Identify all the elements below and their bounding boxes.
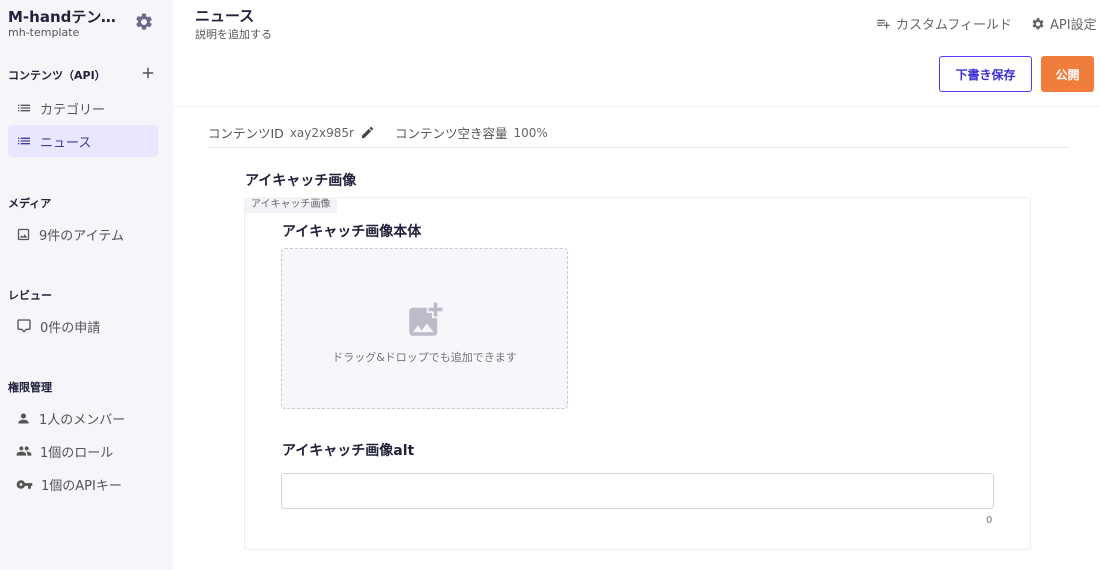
sidebar-item-api-keys[interactable]: 1個のAPIキー xyxy=(8,468,158,500)
group-icon xyxy=(16,446,32,456)
sidebar-item-label: カテゴリー xyxy=(40,102,106,118)
sidebar-item-label: 9件のアイテム xyxy=(39,228,124,244)
publish-button[interactable]: 公開 xyxy=(1041,56,1094,92)
image-dropzone[interactable]: ドラッグ&ドロップでも追加できます xyxy=(281,248,568,409)
char-counter: 0 xyxy=(986,515,993,526)
media-section-title: メディア xyxy=(8,197,52,210)
workspace-slug: mh-template xyxy=(8,26,80,39)
page-description[interactable]: 説明を追加する xyxy=(195,26,272,42)
alt-text-input[interactable] xyxy=(281,473,994,509)
sidebar-item-label: 1個のロール xyxy=(40,445,114,461)
dropzone-text: ドラッグ&ドロップでも追加できます xyxy=(332,350,517,364)
list-icon xyxy=(18,104,30,112)
gear-icon xyxy=(1032,17,1044,29)
content-id-value: xay2x985r xyxy=(289,125,354,140)
sidebar-item-media[interactable]: 9件のアイテム xyxy=(8,218,158,250)
pencil-icon[interactable] xyxy=(360,125,375,140)
sidebar-item-label: ニュース xyxy=(40,135,92,151)
sidebar-item-members[interactable]: 1人のメンバー xyxy=(8,402,158,434)
content-id-meta: コンテンツID xay2x985r xyxy=(208,123,375,142)
capacity-value: 100% xyxy=(513,125,548,140)
eyecatch-group-tag: アイキャッチ画像 xyxy=(245,197,337,213)
plus-icon[interactable] xyxy=(139,64,157,82)
review-section-title: レビュー xyxy=(8,289,52,302)
capacity-label: コンテンツ空き容量 xyxy=(395,126,508,141)
list-icon xyxy=(18,137,30,145)
capacity-meta: コンテンツ空き容量 100% xyxy=(395,123,548,142)
alt-field-title: アイキャッチ画像alt xyxy=(282,443,415,459)
contents-section-title: コンテンツ（API） xyxy=(8,69,106,82)
sidebar-item-label: 1人のメンバー xyxy=(39,412,126,428)
api-settings-link[interactable]: API設定 xyxy=(1031,14,1097,33)
permission-section-title: 権限管理 xyxy=(8,381,52,394)
gear-icon[interactable] xyxy=(134,12,154,32)
image-field-title: アイキャッチ画像本体 xyxy=(282,224,422,240)
sidebar-item-news[interactable]: ニュース xyxy=(8,125,158,157)
meta-divider xyxy=(208,147,1068,148)
person-icon xyxy=(18,413,29,423)
eyecatch-group-title: アイキャッチ画像 xyxy=(245,173,357,189)
workspace-name[interactable]: M-handテンプ... xyxy=(8,6,128,27)
custom-fields-label: カスタムフィールド xyxy=(896,18,1012,33)
sidebar-item-label: 1個のAPIキー xyxy=(41,478,122,494)
custom-fields-link[interactable]: カスタムフィールド xyxy=(876,14,1012,33)
content-id-label: コンテンツID xyxy=(208,126,284,141)
key-icon xyxy=(16,479,33,489)
add-photo-icon xyxy=(408,302,442,336)
sidebar-item-roles[interactable]: 1個のロール xyxy=(8,435,158,467)
sidebar-item-review[interactable]: 0件の申請 xyxy=(8,310,158,342)
page-title: ニュース xyxy=(195,7,255,25)
header-divider xyxy=(173,106,1100,107)
save-draft-button[interactable]: 下書き保存 xyxy=(939,56,1032,92)
image-icon xyxy=(17,228,30,240)
sidebar-item-label: 0件の申請 xyxy=(40,320,101,336)
sidebar: M-handテンプ... mh-template コンテンツ（API） カテゴリ… xyxy=(0,0,173,570)
review-icon xyxy=(17,319,31,333)
playlist-add-icon xyxy=(877,19,890,29)
api-settings-label: API設定 xyxy=(1050,18,1097,33)
sidebar-item-category[interactable]: カテゴリー xyxy=(8,92,158,124)
